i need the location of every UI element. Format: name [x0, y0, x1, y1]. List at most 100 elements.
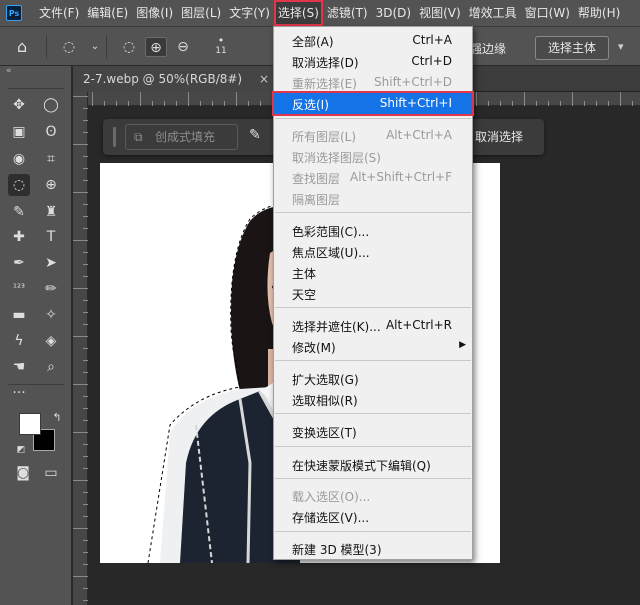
add-to-selection-brush-icon[interactable]: ⊕: [145, 37, 167, 57]
menu-option-shortcut: Ctrl+A: [412, 33, 452, 47]
menu-option[interactable]: 取消选择(D) Ctrl+D: [274, 51, 472, 72]
menu-separator: [275, 531, 471, 532]
more-tools-icon[interactable]: ···: [8, 382, 30, 404]
vertical-ruler[interactable]: [73, 92, 88, 605]
path-select-icon[interactable]: ➤: [40, 252, 62, 274]
screen-mode-icon[interactable]: ▭: [40, 462, 62, 484]
pen-icon[interactable]: ✒: [8, 252, 30, 274]
menu-option-label: 隔离图层: [292, 193, 341, 207]
menu-separator: [275, 360, 471, 361]
menu-option-label: 焦点区域(U)...: [292, 246, 370, 260]
strengthen-edge-label[interactable]: 强边缘: [470, 40, 506, 57]
document-tab[interactable]: 2-7.webp @ 50%(RGB/8#) ×: [73, 66, 273, 92]
deselect-button[interactable]: 取消选择: [475, 128, 523, 145]
menu-option[interactable]: 修改(M) ▶: [274, 336, 472, 357]
menu-item[interactable]: 视图(V): [415, 0, 465, 26]
menu-option[interactable]: 天空: [274, 283, 472, 304]
ruler-tick: [83, 516, 88, 517]
lasso-icon[interactable]: ʘ: [40, 121, 62, 143]
menu-item[interactable]: 选择(S): [273, 0, 323, 26]
ruler-tick: [73, 528, 88, 529]
ruler-icon[interactable]: ✏: [40, 278, 62, 300]
object-select-icon[interactable]: ◉: [8, 148, 30, 170]
menu-item[interactable]: 文件(F): [35, 0, 83, 26]
ruler-tick: [83, 456, 88, 457]
home-icon[interactable]: ⌂: [17, 39, 35, 55]
marquee-icon[interactable]: ◯: [40, 94, 62, 116]
foreground-color-swatch[interactable]: [19, 413, 41, 435]
menu-option-label: 存储选区(V)...: [292, 511, 370, 525]
type-icon[interactable]: T: [40, 226, 62, 248]
collapse-panel-icon[interactable]: «: [6, 66, 12, 76]
menu-option-shortcut: Ctrl+D: [411, 54, 452, 68]
menu-option-label: 主体: [292, 267, 317, 281]
default-colors-icon[interactable]: ◩: [10, 439, 32, 461]
select-subject-button[interactable]: 选择主体: [535, 36, 609, 60]
eraser-icon[interactable]: ◈: [40, 330, 62, 352]
menu-option-label: 色彩范围(C)...: [292, 225, 370, 239]
ruler-tick: [83, 600, 88, 601]
menu-option[interactable]: 新建 3D 模型(3): [274, 538, 472, 559]
menu-option[interactable]: 焦点区域(U)...: [274, 241, 472, 262]
ruler-tick: [83, 468, 88, 469]
subject-dropdown-icon[interactable]: ▾: [618, 40, 624, 53]
menu-item[interactable]: 窗口(W): [521, 0, 574, 26]
menu-option-label: 全部(A): [292, 35, 334, 49]
artboard-icon[interactable]: ▣: [8, 121, 30, 143]
swap-colors-icon[interactable]: ↰: [46, 407, 68, 429]
ruler-tick: [83, 492, 88, 493]
ruler-tick: [83, 252, 88, 253]
menu-option[interactable]: 存储选区(V)...: [274, 506, 472, 527]
quick-select-preset-icon[interactable]: ◌: [58, 37, 80, 57]
healing-icon[interactable]: ✚: [8, 226, 30, 248]
menu-option[interactable]: 色彩范围(C)...: [274, 220, 472, 241]
generative-fill-button[interactable]: ⧉ 创成式填充: [125, 124, 238, 150]
menu-option[interactable]: 扩大选取(G): [274, 368, 472, 389]
ruler-tick: [488, 101, 489, 106]
menu-option-shortcut: Alt+Shift+Ctrl+F: [350, 170, 452, 184]
ruler-tick: [73, 576, 88, 577]
quick-select-icon[interactable]: ◌: [8, 174, 30, 196]
menu-option-label: 所有图层(L): [292, 130, 357, 144]
quick-mask-icon[interactable]: ◙: [12, 462, 34, 484]
crop-icon[interactable]: ⌗: [40, 148, 62, 170]
brush-icon[interactable]: ✎: [8, 201, 30, 223]
select-menu-dropdown: 全部(A) Ctrl+A 取消选择(D) Ctrl+D 重新选择(E) Shift+Ctr…: [272, 26, 474, 560]
hand-icon[interactable]: ☚: [8, 356, 30, 378]
brush-size-picker[interactable]: • 11: [210, 35, 232, 57]
eyedropper-target-icon[interactable]: ⊕: [40, 174, 62, 196]
brush-icon[interactable]: ✎: [249, 127, 261, 143]
menu-option[interactable]: 在快速蒙版模式下编辑(Q): [274, 454, 472, 475]
menu-item[interactable]: 滤镜(T): [323, 0, 372, 26]
menu-option[interactable]: 变换选区(T): [274, 421, 472, 442]
ruler-tool-icon[interactable]: ▬: [8, 304, 30, 326]
magic-wand-icon[interactable]: ✧: [40, 304, 62, 326]
menu-item[interactable]: 3D(D): [372, 0, 415, 26]
move-icon[interactable]: ✥: [8, 94, 30, 116]
count-icon[interactable]: ¹²³: [8, 278, 30, 300]
menu-option[interactable]: 选取相似(R): [274, 389, 472, 410]
ruler-tick: [83, 420, 88, 421]
menu-item[interactable]: 文字(Y): [225, 0, 274, 26]
preset-dropdown-icon[interactable]: ⌄: [84, 37, 106, 57]
menu-item[interactable]: 编辑(E): [83, 0, 132, 26]
eyedropper-icon[interactable]: ϟ: [8, 330, 30, 352]
menu-item[interactable]: 图层(L): [177, 0, 225, 26]
ruler-tick: [596, 101, 597, 106]
menu-option[interactable]: 主体: [274, 262, 472, 283]
close-icon[interactable]: ×: [259, 66, 269, 92]
menu-item[interactable]: 图像(I): [132, 0, 177, 26]
menu-item[interactable]: 帮助(H): [574, 0, 624, 26]
ruler-tick: [572, 92, 573, 106]
zoom-icon[interactable]: ⌕: [40, 356, 62, 378]
menu-item[interactable]: 增效工具: [465, 0, 521, 26]
subtract-selection-brush-icon[interactable]: ⊖: [172, 37, 194, 57]
menu-option[interactable]: 选择并遮住(K)... Alt+Ctrl+R: [274, 315, 472, 336]
menu-option[interactable]: 全部(A) Ctrl+A: [274, 30, 472, 51]
new-selection-brush-icon[interactable]: ◌: [118, 37, 140, 57]
menu-option[interactable]: 反选(I) Shift+Ctrl+I: [272, 91, 474, 116]
stamp-icon[interactable]: ♜: [40, 201, 62, 223]
document-tab-title: 2-7.webp @ 50%(RGB/8#): [83, 72, 243, 86]
drag-handle[interactable]: [113, 127, 116, 147]
ruler-tick: [73, 96, 88, 97]
